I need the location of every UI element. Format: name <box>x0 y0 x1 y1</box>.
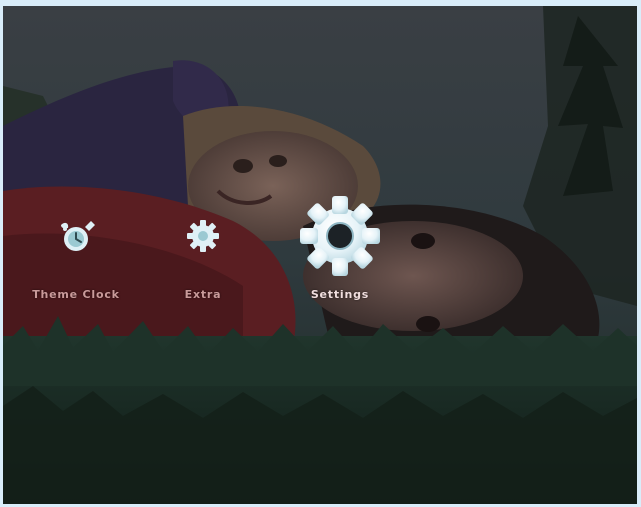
extra-gear-icon <box>185 186 221 286</box>
settings-gear-icon <box>296 186 384 286</box>
menu-item-label: Theme Clock <box>32 288 120 301</box>
menu-item-label: Settings <box>310 288 370 301</box>
device-frame: Theme Clock Extra Settings <box>0 0 641 507</box>
menu-item-theme-clock[interactable]: Theme Clock <box>21 186 131 316</box>
menu-item-extra[interactable]: Extra <box>153 186 253 316</box>
theme-clock-icon <box>55 186 97 286</box>
menu-item-label: Extra <box>184 288 222 301</box>
menu-item-settings[interactable]: Settings <box>285 186 395 316</box>
photo-frame-screen: Theme Clock Extra Settings <box>3 6 637 504</box>
